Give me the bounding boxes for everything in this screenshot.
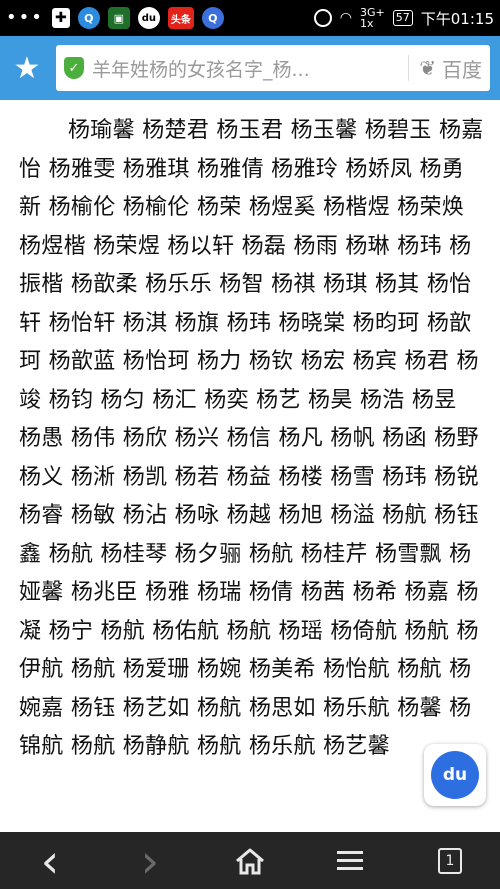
toutiao-icon: 头条	[167, 7, 194, 29]
forward-arrow-icon: ›	[140, 833, 160, 888]
signal-label: 3G+ 1x	[360, 6, 385, 30]
bottom-nav: ‹ › 1	[0, 832, 500, 889]
search-engine-label: 百度	[442, 57, 482, 82]
baidu-paw-icon: ❦	[419, 56, 436, 80]
page-content: 杨瑜馨 杨楚君 杨玉君 杨玉馨 杨碧玉 杨嘉怡 杨雅雯 杨雅琪 杨雅倩 杨雅玲 …	[0, 100, 500, 832]
tabs-button[interactable]: 1	[420, 836, 480, 886]
status-bar-system: ◠ 3G+ 1x 57 下午01:15	[313, 6, 494, 30]
menu-icon	[337, 851, 363, 870]
bag-icon: ▣	[107, 7, 130, 29]
bookmark-star-icon[interactable]: ★	[10, 48, 44, 88]
back-arrow-icon: ‹	[40, 833, 60, 888]
tabs-count: 1	[438, 847, 462, 874]
names-paragraph: 杨瑜馨 杨楚君 杨玉君 杨玉馨 杨碧玉 杨嘉怡 杨雅雯 杨雅琪 杨雅倩 杨雅玲 …	[19, 118, 484, 759]
url-text[interactable]: 羊年姓杨的女孩名字_杨...	[92, 55, 398, 82]
home-icon	[236, 848, 264, 874]
alarm-clock-icon	[313, 9, 332, 27]
status-time: 下午01:15	[420, 9, 494, 28]
status-bar: ••• ✚ Q ▣ du 头条 Q ◠ 3G+ 1x 57 下午01:15	[0, 0, 500, 36]
wifi-icon: ◠	[339, 10, 353, 26]
q-app-icon: Q	[77, 7, 100, 29]
url-divider	[408, 55, 410, 81]
battery-level: 57	[392, 10, 413, 26]
status-bar-notifications: ••• ✚ Q ▣ du 头条 Q	[6, 7, 224, 29]
forward-button[interactable]: ›	[120, 836, 180, 886]
shield-icon: ✚	[51, 8, 70, 28]
more-dots-icon: •••	[6, 7, 44, 28]
baidu-du-icon: du	[431, 751, 479, 799]
secure-check-icon: ✓	[64, 57, 84, 79]
home-button[interactable]	[220, 836, 280, 886]
back-button[interactable]: ‹	[20, 836, 80, 886]
baidu-float-button[interactable]: du	[424, 744, 486, 806]
baidu-du-icon: du	[137, 7, 160, 29]
browser-address-bar: ★ ✓ 羊年姓杨的女孩名字_杨... ❦ 百度	[0, 36, 500, 100]
q-app2-icon: Q	[201, 7, 224, 29]
url-field[interactable]: ✓ 羊年姓杨的女孩名字_杨... ❦ 百度	[56, 45, 490, 91]
menu-button[interactable]	[320, 836, 380, 886]
search-engine-button[interactable]: ❦ 百度	[419, 54, 482, 83]
